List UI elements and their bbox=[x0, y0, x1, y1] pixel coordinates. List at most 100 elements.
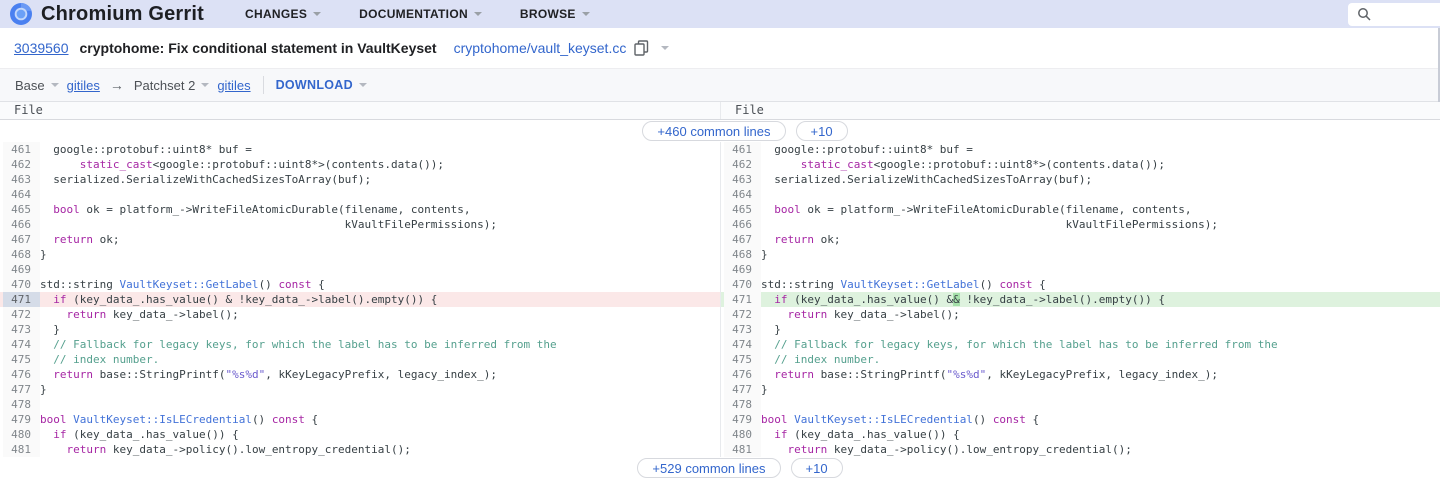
line-number[interactable]: 461 bbox=[724, 142, 761, 157]
diff-line-right-462[interactable]: 462 static_cast<google::protobuf::uint8*… bbox=[721, 157, 1440, 172]
code-line-content[interactable]: google::protobuf::uint8* buf = bbox=[40, 142, 720, 157]
code-line-content[interactable] bbox=[40, 397, 720, 412]
code-line-content[interactable]: return ok; bbox=[40, 232, 720, 247]
file-menu-caret-icon[interactable] bbox=[661, 46, 669, 50]
diff-line-right-466[interactable]: 466 kVaultFilePermissions); bbox=[721, 217, 1440, 232]
line-number[interactable]: 467 bbox=[724, 232, 761, 247]
code-line-content[interactable]: std::string VaultKeyset::GetLabel() cons… bbox=[40, 277, 720, 292]
code-line-content[interactable]: kVaultFilePermissions); bbox=[40, 217, 720, 232]
line-number[interactable]: 468 bbox=[724, 247, 761, 262]
code-line-content[interactable]: if (key_data_.has_value() && !key_data_-… bbox=[761, 292, 1440, 307]
diff-line-right-474[interactable]: 474 // Fallback for legacy keys, for whi… bbox=[721, 337, 1440, 352]
patchset-selector[interactable]: Patchset 2 bbox=[134, 78, 209, 93]
line-number[interactable]: 471 bbox=[3, 292, 40, 307]
line-number[interactable]: 462 bbox=[724, 157, 761, 172]
line-number[interactable]: 479 bbox=[3, 412, 40, 427]
code-line-content[interactable]: bool ok = platform_->WriteFileAtomicDura… bbox=[40, 202, 720, 217]
code-line-content[interactable]: serialized.SerializeWithCachedSizesToArr… bbox=[761, 172, 1440, 187]
code-line-content[interactable] bbox=[40, 262, 720, 277]
code-line-content[interactable]: if (key_data_.has_value() & !key_data_->… bbox=[40, 292, 720, 307]
line-number[interactable]: 474 bbox=[724, 337, 761, 352]
code-line-content[interactable] bbox=[761, 397, 1440, 412]
line-number[interactable]: 481 bbox=[724, 442, 761, 457]
diff-line-left-481[interactable]: 481 return key_data_->policy().low_entro… bbox=[0, 442, 720, 457]
code-line-content[interactable] bbox=[40, 187, 720, 202]
nav-item-browse[interactable]: BROWSE bbox=[520, 7, 590, 21]
diff-line-right-477[interactable]: 477} bbox=[721, 382, 1440, 397]
line-number[interactable]: 477 bbox=[724, 382, 761, 397]
code-line-content[interactable]: if (key_data_.has_value()) { bbox=[40, 427, 720, 442]
diff-line-right-480[interactable]: 480 if (key_data_.has_value()) { bbox=[721, 427, 1440, 442]
code-line-content[interactable] bbox=[761, 262, 1440, 277]
diff-line-right-461[interactable]: 461 google::protobuf::uint8* buf = bbox=[721, 142, 1440, 157]
line-number[interactable]: 462 bbox=[3, 157, 40, 172]
line-number[interactable]: 463 bbox=[724, 172, 761, 187]
line-number[interactable]: 481 bbox=[3, 442, 40, 457]
nav-item-documentation[interactable]: DOCUMENTATION bbox=[359, 7, 482, 21]
diff-line-left-463[interactable]: 463 serialized.SerializeWithCachedSizesT… bbox=[0, 172, 720, 187]
diff-line-left-477[interactable]: 477} bbox=[0, 382, 720, 397]
line-number[interactable]: 473 bbox=[3, 322, 40, 337]
diff-line-left-476[interactable]: 476 return base::StringPrintf("%s%d", kK… bbox=[0, 367, 720, 382]
line-number[interactable]: 464 bbox=[724, 187, 761, 202]
line-number[interactable]: 464 bbox=[3, 187, 40, 202]
diff-line-right-476[interactable]: 476 return base::StringPrintf("%s%d", kK… bbox=[721, 367, 1440, 382]
line-number[interactable]: 465 bbox=[724, 202, 761, 217]
diff-line-right-471[interactable]: 471 if (key_data_.has_value() && !key_da… bbox=[721, 292, 1440, 307]
diff-line-left-480[interactable]: 480 if (key_data_.has_value()) { bbox=[0, 427, 720, 442]
line-number[interactable]: 476 bbox=[724, 367, 761, 382]
line-number[interactable]: 475 bbox=[724, 352, 761, 367]
gitiles-link-base[interactable]: gitiles bbox=[67, 78, 100, 93]
gitiles-link-patchset[interactable]: gitiles bbox=[217, 78, 250, 93]
code-line-content[interactable]: std::string VaultKeyset::GetLabel() cons… bbox=[761, 277, 1440, 292]
chromium-logo-icon[interactable] bbox=[10, 3, 32, 25]
diff-line-left-461[interactable]: 461 google::protobuf::uint8* buf = bbox=[0, 142, 720, 157]
expand-ten-bottom-button[interactable]: +10 bbox=[791, 458, 843, 478]
code-line-content[interactable]: // index number. bbox=[40, 352, 720, 367]
code-line-content[interactable]: if (key_data_.has_value()) { bbox=[761, 427, 1440, 442]
code-line-content[interactable]: return key_data_->policy().low_entropy_c… bbox=[40, 442, 720, 457]
line-number[interactable]: 478 bbox=[3, 397, 40, 412]
line-number[interactable]: 461 bbox=[3, 142, 40, 157]
code-line-content[interactable]: return key_data_->label(); bbox=[761, 307, 1440, 322]
expand-common-top-button[interactable]: +460 common lines bbox=[642, 121, 785, 141]
diff-line-left-473[interactable]: 473 } bbox=[0, 322, 720, 337]
line-number[interactable]: 469 bbox=[724, 262, 761, 277]
line-number[interactable]: 476 bbox=[3, 367, 40, 382]
base-selector[interactable]: Base bbox=[15, 78, 59, 93]
line-number[interactable]: 473 bbox=[724, 322, 761, 337]
diff-line-right-479[interactable]: 479bool VaultKeyset::IsLECredential() co… bbox=[721, 412, 1440, 427]
change-number-link[interactable]: 3039560 bbox=[14, 40, 69, 56]
code-line-content[interactable]: return key_data_->label(); bbox=[40, 307, 720, 322]
diff-line-left-466[interactable]: 466 kVaultFilePermissions); bbox=[0, 217, 720, 232]
line-number[interactable]: 466 bbox=[3, 217, 40, 232]
diff-line-left-470[interactable]: 470std::string VaultKeyset::GetLabel() c… bbox=[0, 277, 720, 292]
diff-line-left-465[interactable]: 465 bool ok = platform_->WriteFileAtomic… bbox=[0, 202, 720, 217]
search-input[interactable] bbox=[1371, 6, 1427, 23]
download-menu[interactable]: DOWNLOAD bbox=[276, 78, 367, 92]
diff-line-right-481[interactable]: 481 return key_data_->policy().low_entro… bbox=[721, 442, 1440, 457]
code-line-content[interactable]: bool VaultKeyset::IsLECredential() const… bbox=[761, 412, 1440, 427]
code-line-content[interactable]: } bbox=[761, 382, 1440, 397]
diff-line-right-472[interactable]: 472 return key_data_->label(); bbox=[721, 307, 1440, 322]
diff-line-left-468[interactable]: 468} bbox=[0, 247, 720, 262]
line-number[interactable]: 470 bbox=[724, 277, 761, 292]
diff-line-right-473[interactable]: 473 } bbox=[721, 322, 1440, 337]
line-number[interactable]: 469 bbox=[3, 262, 40, 277]
code-line-content[interactable]: return ok; bbox=[761, 232, 1440, 247]
diff-line-left-471[interactable]: 471 if (key_data_.has_value() & !key_dat… bbox=[0, 292, 720, 307]
diff-line-left-467[interactable]: 467 return ok; bbox=[0, 232, 720, 247]
diff-line-left-474[interactable]: 474 // Fallback for legacy keys, for whi… bbox=[0, 337, 720, 352]
line-number[interactable]: 480 bbox=[3, 427, 40, 442]
line-number[interactable]: 478 bbox=[724, 397, 761, 412]
code-line-content[interactable]: google::protobuf::uint8* buf = bbox=[761, 142, 1440, 157]
line-number[interactable]: 467 bbox=[3, 232, 40, 247]
diff-line-left-472[interactable]: 472 return key_data_->label(); bbox=[0, 307, 720, 322]
code-line-content[interactable]: bool ok = platform_->WriteFileAtomicDura… bbox=[761, 202, 1440, 217]
diff-line-right-478[interactable]: 478 bbox=[721, 397, 1440, 412]
diff-line-right-464[interactable]: 464 bbox=[721, 187, 1440, 202]
code-line-content[interactable]: // Fallback for legacy keys, for which t… bbox=[40, 337, 720, 352]
code-line-content[interactable]: // Fallback for legacy keys, for which t… bbox=[761, 337, 1440, 352]
line-number[interactable]: 470 bbox=[3, 277, 40, 292]
code-line-content[interactable]: } bbox=[40, 322, 720, 337]
